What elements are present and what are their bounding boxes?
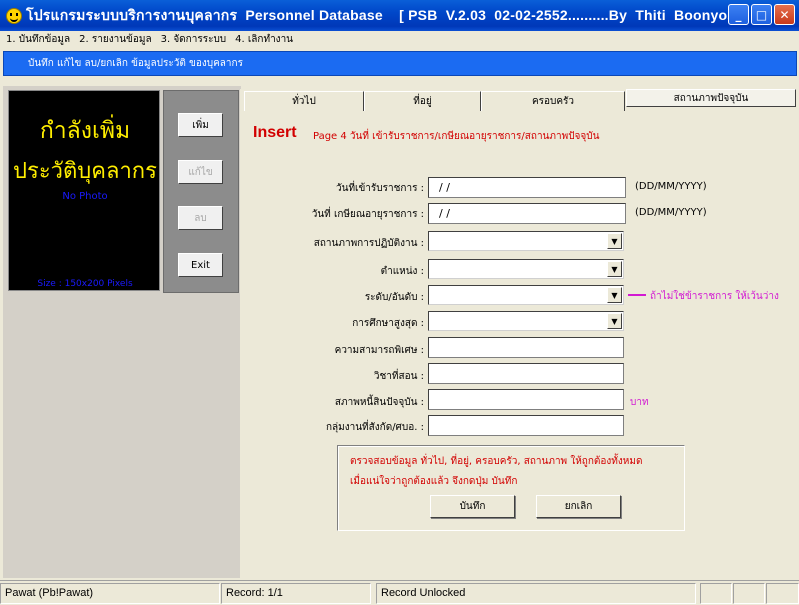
subject-label: วิชาที่สอน :	[373, 371, 424, 382]
window-controls: _ □ ✕	[728, 4, 795, 25]
minimize-button[interactable]: _	[728, 4, 749, 25]
confirmation-note-2: เมื่อแน่ใจว่าถูกต้องแล้ว จึงกดปุ่ม บันทึ…	[350, 476, 518, 487]
tab-family[interactable]: ครอบครัว	[481, 91, 625, 111]
start-date-format-hint: (DD/MM/YYYY)	[635, 181, 707, 192]
skill-label: ความสามารถพิเศษ :	[334, 345, 424, 356]
menu-bar: 1. บันทึกข้อมูล 2. รายงานข้อมูล 3. จัดกา…	[0, 31, 799, 48]
photo-adding-label: กำลังเพิ่ม	[39, 118, 131, 144]
smiley-app-icon	[6, 7, 22, 24]
status-panel-1	[700, 583, 732, 604]
delete-button[interactable]: ลบ	[178, 206, 223, 230]
level-select[interactable]: ▼	[428, 285, 624, 305]
level-hint: ถ้าไม่ใช่ข้าราชการ ให้เว้นว่าง	[650, 291, 779, 302]
cancel-button[interactable]: ยกเลิก	[536, 495, 621, 518]
menu-quit[interactable]: 4. เลิกทำงาน	[235, 32, 293, 47]
title-bar: โปรแกรมระบบบริการงานบุคลากร Personnel Da…	[0, 0, 799, 31]
start-date-label: วันที่เข้ารับราชการ :	[336, 183, 424, 194]
status-panel-2	[733, 583, 765, 604]
debt-unit: บาท	[630, 397, 649, 408]
work-status-label: สถานภาพการปฏิบัติงาน :	[313, 238, 424, 249]
save-button[interactable]: บันทึก	[430, 495, 515, 518]
photo-panel[interactable]: กำลังเพิ่ม ประวัติบุคลากร No Photo Size …	[8, 90, 160, 291]
banner: บันทึก แก้ไข ลบ/ยกเลิก ข้อมูลประวัติ ของ…	[3, 51, 797, 76]
chevron-down-icon[interactable]: ▼	[607, 261, 622, 277]
edit-button[interactable]: แก้ไข	[178, 160, 223, 184]
close-button[interactable]: ✕	[774, 4, 795, 25]
retire-date-field[interactable]: / /	[428, 203, 626, 224]
menu-reports[interactable]: 2. รายงานข้อมูล	[79, 32, 151, 47]
add-button[interactable]: เพิ่ม	[178, 113, 223, 137]
level-label: ระดับ/อันดับ :	[364, 292, 424, 303]
status-bar: Pawat (Pb!Pawat) Record: 1/1 Record Unlo…	[0, 580, 799, 605]
start-date-field[interactable]: / /	[428, 177, 626, 198]
position-select[interactable]: ▼	[428, 259, 624, 279]
retire-date-label: วันที่ เกษียณอายุราชการ :	[311, 209, 424, 220]
tab-current-status[interactable]: สถานภาพปัจจุบัน	[626, 89, 796, 107]
confirmation-note-1: ตรวจสอบข้อมูล ทั่วไป, ที่อยู่, ครอบครัว,…	[350, 456, 643, 467]
hint-connector-line	[628, 294, 646, 296]
chevron-down-icon[interactable]: ▼	[607, 313, 622, 329]
debt-field[interactable]	[428, 389, 624, 410]
page-subtitle: Page 4 วันที่ เข้ารับราชการ/เกษียณอายุรา…	[313, 131, 600, 142]
banner-text: บันทึก แก้ไข ลบ/ยกเลิก ข้อมูลประวัติ ของ…	[28, 58, 243, 69]
chevron-down-icon[interactable]: ▼	[607, 287, 622, 303]
education-select[interactable]: ▼	[428, 311, 624, 331]
status-lock: Record Unlocked	[376, 583, 696, 604]
retire-date-format-hint: (DD/MM/YYYY)	[635, 207, 707, 218]
menu-record-data[interactable]: 1. บันทึกข้อมูล	[6, 32, 70, 47]
photo-size-hint: Size : 150x200 Pixels	[37, 279, 133, 289]
debt-label: สภาพหนี้สินปัจจุบัน :	[334, 397, 424, 408]
photo-profile-label: ประวัติบุคลากร	[13, 159, 157, 184]
subject-field[interactable]	[428, 363, 624, 384]
status-panel-3	[766, 583, 799, 604]
education-label: การศึกษาสูงสุด :	[352, 318, 424, 329]
chevron-down-icon[interactable]: ▼	[607, 233, 622, 249]
exit-button[interactable]: Exit	[178, 253, 223, 277]
status-record: Record: 1/1	[221, 583, 371, 604]
maximize-button[interactable]: □	[751, 4, 772, 25]
status-user: Pawat (Pb!Pawat)	[0, 583, 220, 604]
confirmation-box: ตรวจสอบข้อมูล ทั่วไป, ที่อยู่, ครอบครัว,…	[337, 445, 685, 531]
no-photo-label: No Photo	[62, 191, 108, 202]
menu-system[interactable]: 3. จัดการระบบ	[161, 32, 227, 47]
tab-address[interactable]: ที่อยู่	[364, 91, 481, 111]
position-label: ตำแหน่ง :	[380, 266, 424, 277]
tab-general[interactable]: ทั่วไป	[244, 91, 364, 111]
window-title: โปรแกรมระบบบริการงานบุคลากร Personnel Da…	[26, 6, 745, 23]
work-status-select[interactable]: ▼	[428, 231, 624, 251]
group-label: กลุ่มงานที่สังกัด/ศบอ. :	[325, 422, 424, 433]
group-field[interactable]	[428, 415, 624, 436]
mode-title: Insert	[253, 124, 297, 141]
skill-field[interactable]	[428, 337, 624, 358]
